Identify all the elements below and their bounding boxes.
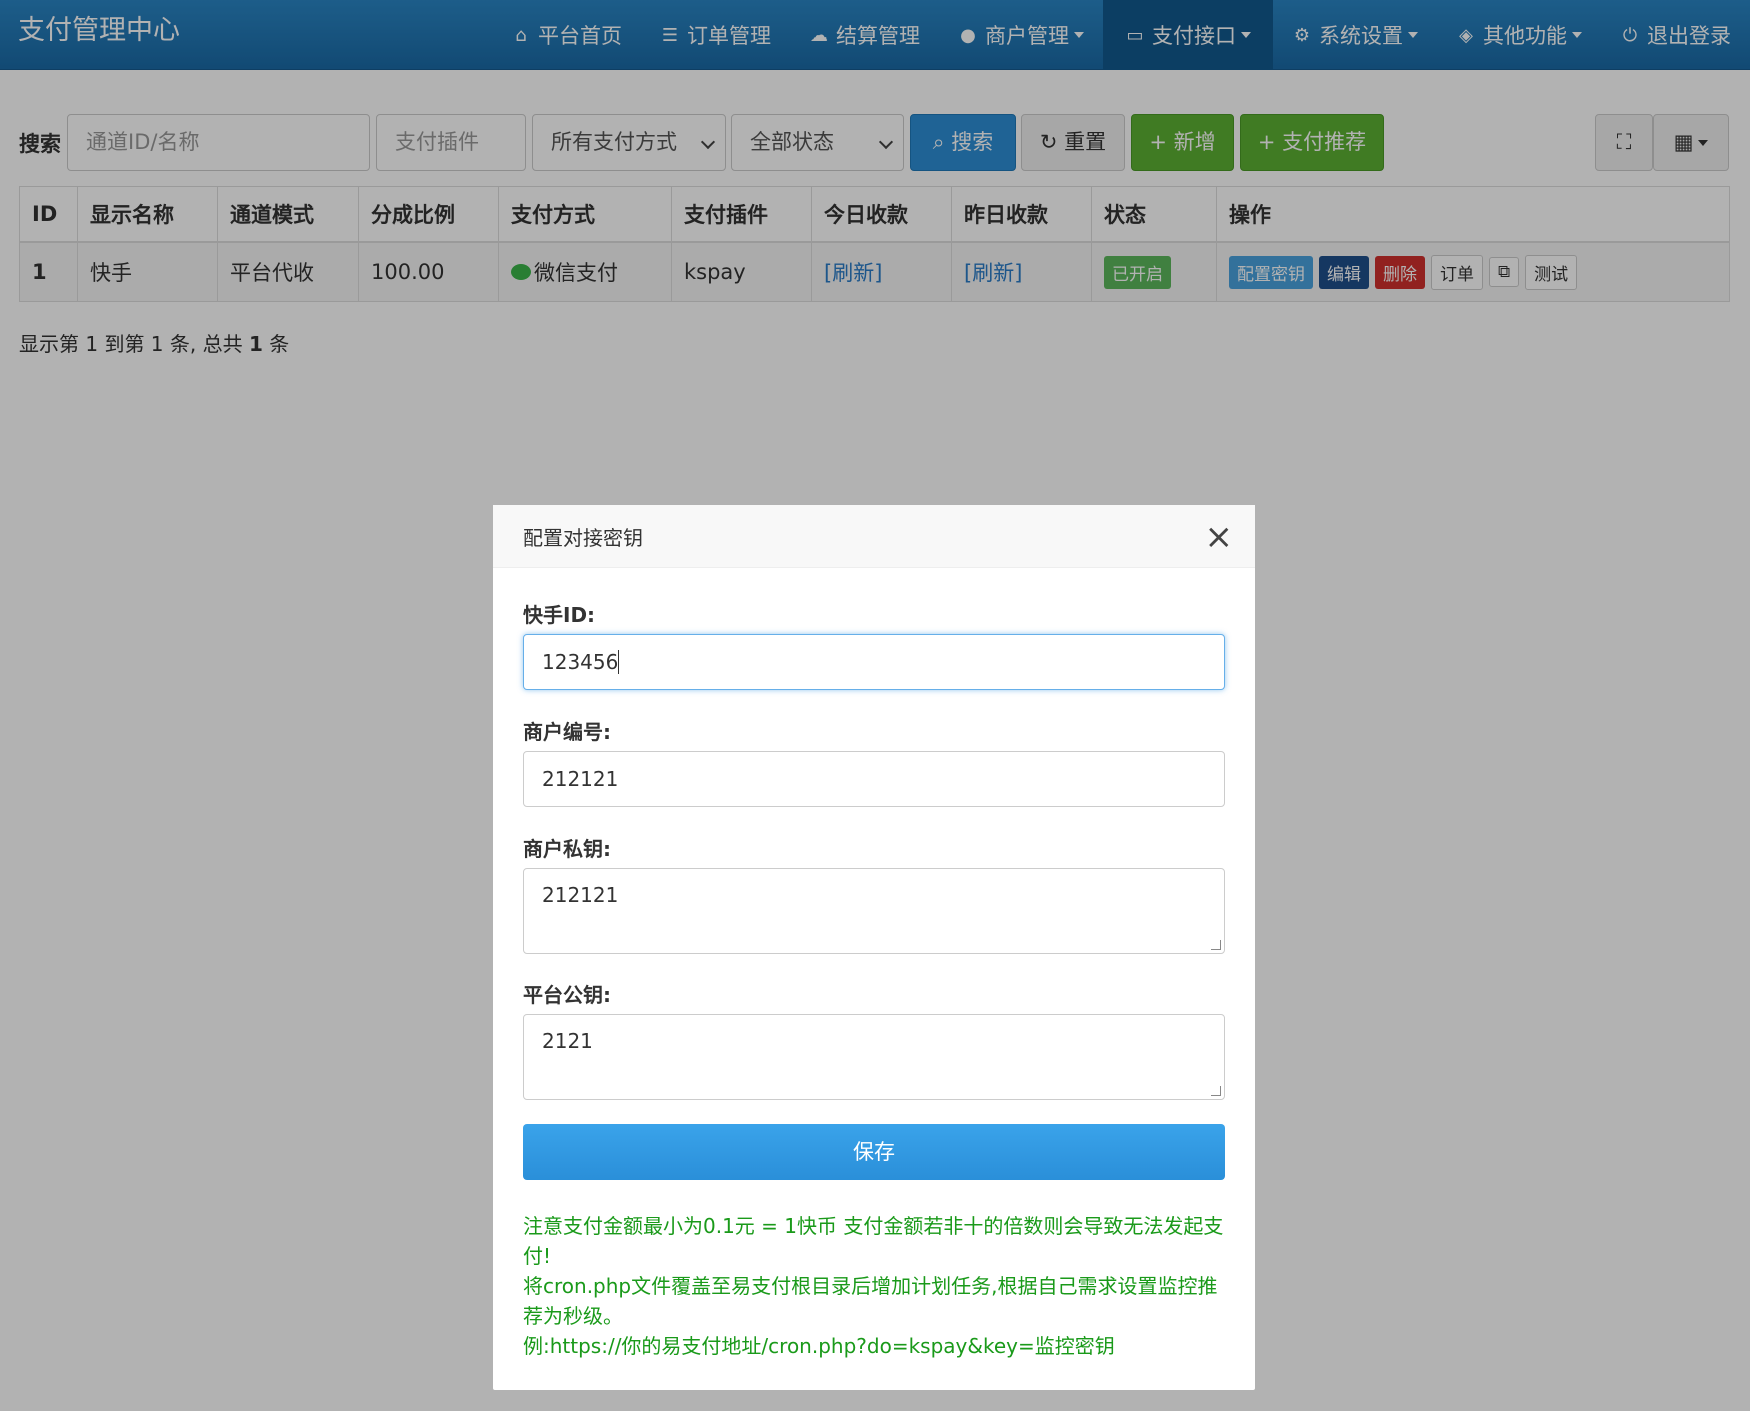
kuaishou-id-input[interactable]: 123456 <box>523 634 1225 690</box>
modal-title: 配置对接密钥 <box>523 525 643 550</box>
merchant-private-key-textarea[interactable]: 212121 <box>523 868 1225 954</box>
platform-public-key-label: 平台公钥: <box>523 983 611 1007</box>
text-cursor <box>618 650 620 674</box>
merchant-no-label: 商户编号: <box>523 720 611 744</box>
kuaishou-id-value: 123456 <box>542 650 619 674</box>
resize-grip-icon[interactable] <box>1211 940 1221 950</box>
private-key-value: 212121 <box>542 883 619 907</box>
help-notes: 注意支付金额最小为0.1元 = 1快币 支付金额若非十的倍数则会导致无法发起支付… <box>523 1211 1233 1361</box>
save-button[interactable]: 保存 <box>523 1124 1225 1180</box>
note-line: 将cron.php文件覆盖至易支付根目录后增加计划任务,根据自己需求设置监控推荐… <box>523 1274 1218 1328</box>
note-line: 注意支付金额最小为0.1元 = 1快币 支付金额若非十的倍数则会导致无法发起支付… <box>523 1214 1224 1268</box>
public-key-value: 2121 <box>542 1029 593 1053</box>
merchant-private-key-label: 商户私钥: <box>523 837 611 861</box>
platform-public-key-textarea[interactable]: 2121 <box>523 1014 1225 1100</box>
resize-grip-icon[interactable] <box>1211 1086 1221 1096</box>
close-icon[interactable]: × <box>1205 517 1234 557</box>
merchant-no-input[interactable]: 212121 <box>523 751 1225 807</box>
kuaishou-id-label: 快手ID: <box>523 603 596 627</box>
note-line: 例:https://你的易支付地址/cron.php?do=kspay&key=… <box>523 1334 1115 1358</box>
config-key-modal: 配置对接密钥 × 快手ID: 123456 商户编号: 212121 商户私钥:… <box>493 505 1255 1390</box>
modal-header: 配置对接密钥 × <box>493 505 1255 568</box>
